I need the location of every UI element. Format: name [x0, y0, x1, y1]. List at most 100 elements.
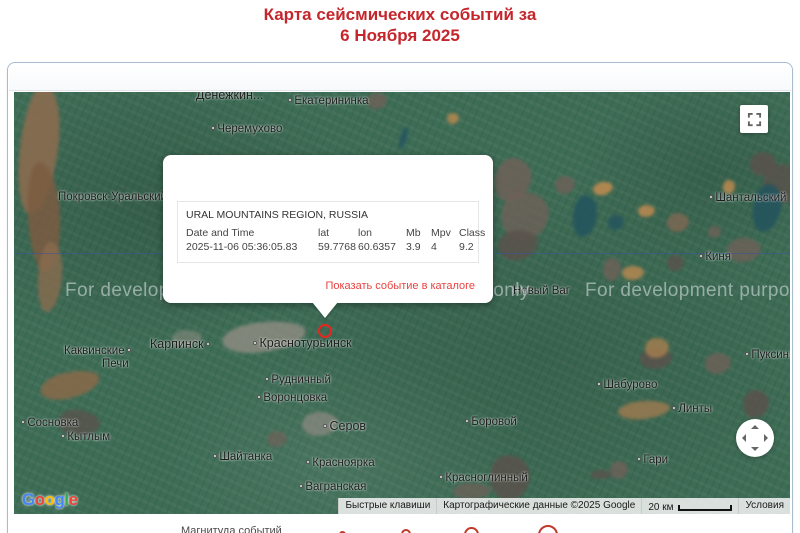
place-marker-dot: [672, 406, 676, 410]
place-marker-dot: [439, 475, 443, 479]
place-marker-dot: [61, 434, 65, 438]
place-marker-dot: [709, 195, 713, 199]
earthquake-marker[interactable]: [318, 324, 332, 338]
event-region: URAL MOUNTAINS REGION, RUSSIA: [186, 209, 369, 221]
place-name: Покровск-Уральский: [58, 191, 167, 203]
place-marker-dot: [253, 341, 257, 345]
pan-up-icon[interactable]: [751, 425, 759, 429]
dev-watermark: For development purposes only: [585, 280, 790, 301]
google-logo[interactable]: Google: [22, 490, 78, 510]
attribution-bar: Быстрые клавиши Картографические данные …: [338, 498, 790, 514]
event-val-1: 59.7768: [318, 241, 356, 253]
event-val-4: 4: [431, 241, 437, 253]
terrain-blob: [592, 180, 614, 197]
place-name: Боровой: [471, 416, 517, 428]
popup-tail: [312, 302, 338, 318]
map-place-label: Карпинск: [150, 337, 211, 351]
place-marker-dot: [306, 460, 310, 464]
google-logo-letter: o: [34, 490, 45, 509]
terrain-blob: [608, 215, 624, 230]
pan-down-icon[interactable]: [751, 447, 759, 451]
page-title-line2: 6 Ноября 2025: [340, 26, 460, 45]
map-place-label: Екатерининка: [288, 95, 369, 107]
place-marker-dot: [597, 382, 601, 386]
event-val-3: 3.9: [406, 241, 421, 253]
event-col-5: Class: [459, 227, 486, 239]
event-col-4: Mpv: [431, 227, 451, 239]
map-place-label: Каквинские: [64, 345, 131, 357]
fullscreen-button[interactable]: [740, 105, 768, 133]
place-name: Пуксинка: [751, 349, 790, 361]
event-info-popup: URAL MOUNTAINS REGION, RUSSIA Date and T…: [163, 155, 493, 303]
place-name: Вагранская: [305, 481, 367, 493]
map-place-label: Воронцовка: [257, 392, 327, 404]
map-place-label: Линты: [672, 403, 712, 415]
map-scale-bar: [678, 504, 733, 511]
terrain-blob: [622, 266, 644, 280]
place-name: Красноярка: [312, 457, 375, 469]
map-place-label: Серов: [323, 419, 366, 433]
place-name: Карпинск: [150, 337, 204, 351]
terrain-blob: [447, 113, 459, 124]
fullscreen-icon: [747, 112, 761, 126]
legend-circle-1: [401, 529, 411, 533]
map-place-label: Шантальский: [709, 192, 786, 204]
event-val-5: 9.2: [459, 241, 474, 253]
map-place-label: Покровск-Уральский: [58, 191, 167, 203]
place-name: Черемухово: [217, 123, 283, 135]
map-place-label: Кытлым: [61, 431, 110, 443]
map-place-label: Денежкин...: [196, 92, 263, 102]
place-name: Кытлым: [67, 431, 111, 443]
keyboard-shortcuts-button[interactable]: Быстрые клавиши: [338, 498, 437, 514]
event-col-0: Date and Time: [186, 227, 255, 239]
map-place-label: Рудничный: [265, 374, 331, 386]
pan-control[interactable]: [736, 419, 774, 457]
place-name: Серов: [329, 419, 367, 433]
event-col-2: lon: [358, 227, 373, 239]
panel-header: [9, 64, 791, 91]
seismic-map[interactable]: Денежкин... Екатерининка Черемухово Покро…: [14, 92, 790, 514]
terrain-blob: [37, 366, 103, 404]
terrain-blob: [708, 226, 721, 238]
place-marker-dot: [257, 395, 261, 399]
terrain-blob: [705, 353, 731, 374]
place-marker-dot: [265, 377, 269, 381]
map-place-label: Гари: [637, 454, 668, 466]
terrain-blob: [603, 258, 621, 281]
place-marker-dot: [288, 98, 292, 102]
google-logo-letter: G: [22, 490, 35, 509]
terrain-blob: [610, 461, 628, 479]
pan-right-icon[interactable]: [764, 434, 768, 442]
place-marker-dot: [213, 454, 217, 458]
terrain-blob: [667, 255, 684, 271]
map-place-label: Шабурово: [597, 379, 657, 391]
map-place-label: Печи: [102, 358, 129, 370]
place-name: Екатерининка: [294, 95, 369, 107]
terrain-blob: [571, 194, 599, 238]
place-name: Шайтанка: [219, 451, 273, 463]
place-name: Шабурово: [603, 379, 658, 391]
place-name: Киня: [705, 251, 732, 263]
terrain-blob: [367, 93, 387, 109]
place-name: Гари: [643, 454, 669, 466]
event-col-3: Mb: [406, 227, 421, 239]
map-scale-label: 20 км: [648, 501, 674, 513]
google-logo-letter: o: [44, 490, 55, 509]
event-table: Date and Time lat lon Mb Mpv Class 2025-11-06…: [186, 226, 488, 254]
event-col-1: lat: [318, 227, 330, 239]
pan-left-icon[interactable]: [742, 434, 746, 442]
place-name: Денежкин...: [196, 92, 264, 102]
place-marker-dot: [465, 419, 469, 423]
place-marker-dot: [323, 424, 327, 428]
show-event-in-catalog-link[interactable]: Показать событие в каталоге: [325, 280, 475, 292]
terms-link[interactable]: Условия: [738, 498, 790, 514]
map-place-label: Черемухово: [211, 123, 282, 135]
place-name: Красноглинный: [445, 472, 528, 484]
event-val-0: 2025-11-06 05:36:05.83: [186, 241, 298, 253]
terrain-blob: [496, 227, 540, 263]
place-name: Каквинские: [64, 345, 125, 357]
event-info-box: URAL MOUNTAINS REGION, RUSSIA Date and T…: [177, 201, 485, 263]
map-data-copyright: Картографические данные ©2025 Google: [436, 498, 642, 514]
place-marker-dot: [299, 484, 303, 488]
map-place-label: Боровой: [465, 416, 517, 428]
